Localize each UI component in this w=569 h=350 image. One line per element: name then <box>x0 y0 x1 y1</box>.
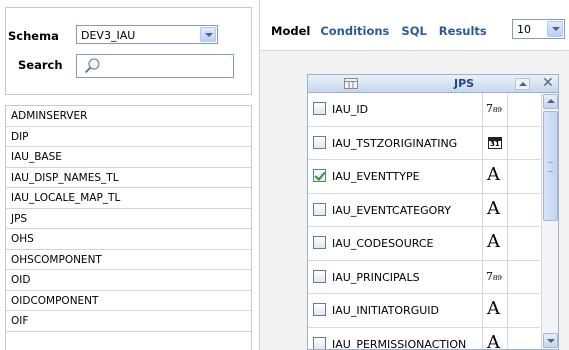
number-type-icon: 7₈₉ <box>486 269 502 283</box>
date-type-glyph: 31 <box>490 139 500 148</box>
column-type-cell: A <box>482 327 508 350</box>
search-box[interactable] <box>76 54 234 78</box>
table-icon <box>344 78 358 89</box>
column-type-cell: A <box>482 294 508 327</box>
search-icon <box>84 58 100 74</box>
text-type-icon: A <box>487 164 500 185</box>
list-item[interactable]: IAU_BASE <box>6 147 251 168</box>
column-row[interactable]: IAU_CODESOURCE A <box>308 227 540 261</box>
left-pane: Schema DEV3_IAU Search ADMINSERVER DIP IAU… <box>0 0 256 350</box>
list-item[interactable]: OIDCOMPONENT <box>6 291 251 311</box>
chevron-down-icon[interactable] <box>547 21 563 37</box>
text-type-icon: A <box>487 231 500 252</box>
column-row[interactable]: IAU_PERMISSIONACTION A <box>308 327 540 350</box>
column-row[interactable]: IAU_ID 7₈₉ <box>308 93 540 127</box>
date-type-icon: 31 <box>488 136 502 149</box>
number-type-icon: 7₈₉ <box>486 102 502 115</box>
entity-header[interactable]: JPS ✕ <box>308 75 558 93</box>
chevron-down-icon[interactable] <box>200 27 216 42</box>
schema-dropdown[interactable]: DEV3_IAU <box>76 25 218 44</box>
tab-conditions[interactable]: Conditions <box>320 24 389 38</box>
scroll-up-icon[interactable] <box>543 94 558 109</box>
entity-widget[interactable]: JPS ✕ IAU_ID 7₈₉ IAU_TSTZORIGINATING 31 IAU_… <box>307 74 559 350</box>
column-name: IAU_EVENTTYPE <box>332 170 420 183</box>
entity-list: ADMINSERVER DIP IAU_BASE IAU_DISP_NAMES_TL I… <box>5 105 252 350</box>
column-row[interactable]: IAU_TSTZORIGINATING 31 <box>308 126 540 160</box>
tab-results[interactable]: Results <box>439 24 487 38</box>
entity-title: JPS <box>454 77 475 90</box>
column-name: IAU_PRINCIPALS <box>332 270 420 284</box>
tab-sql[interactable]: SQL <box>401 24 426 38</box>
text-type-icon: A <box>487 331 500 350</box>
text-type-icon: A <box>487 298 500 319</box>
list-item[interactable]: OHSCOMPONENT <box>6 250 251 270</box>
list-item[interactable]: OID <box>6 270 251 291</box>
scroll-thumb[interactable] <box>543 111 558 221</box>
schema-label: Schema <box>8 29 59 43</box>
column-type-cell: A <box>482 227 508 260</box>
list-item[interactable]: OIF <box>6 311 251 332</box>
column-checkbox[interactable] <box>313 336 326 349</box>
column-list: IAU_ID 7₈₉ IAU_TSTZORIGINATING 31 IAU_EVENTT… <box>308 93 540 350</box>
list-item[interactable]: JPS <box>6 209 251 229</box>
column-row[interactable]: IAU_EVENTCATEGORY A <box>308 193 540 227</box>
column-row[interactable]: IAU_INITIATORGUID A <box>308 294 540 328</box>
column-checkbox[interactable] <box>313 135 326 149</box>
column-checkbox[interactable] <box>313 269 326 283</box>
column-name: IAU_EVENTCATEGORY <box>332 203 451 217</box>
column-type-cell: A <box>482 160 508 193</box>
search-label: Search <box>18 58 63 72</box>
list-item[interactable]: DIP <box>6 127 251 147</box>
text-type-icon: A <box>487 197 500 219</box>
column-checkbox[interactable] <box>313 236 326 249</box>
column-checkbox[interactable] <box>313 102 326 115</box>
column-checkbox[interactable] <box>313 169 326 182</box>
column-type-cell: 7₈₉ <box>482 260 508 294</box>
column-type-cell: 31 <box>482 126 508 160</box>
schema-search-panel <box>5 7 252 95</box>
schema-dropdown-value: DEV3_IAU <box>81 29 136 42</box>
column-row[interactable]: IAU_EVENTTYPE A <box>308 160 540 194</box>
list-item[interactable]: IAU_DISP_NAMES_TL <box>6 168 251 188</box>
column-type-cell: 7₈₉ <box>482 93 508 126</box>
column-name: IAU_PERMISSIONACTION <box>332 337 467 350</box>
column-row[interactable]: IAU_PRINCIPALS 7₈₉ <box>308 260 540 294</box>
collapse-up-icon[interactable] <box>515 78 530 90</box>
list-item[interactable]: ADMINSERVER <box>6 106 251 127</box>
list-item[interactable]: OHS <box>6 229 251 250</box>
column-checkbox[interactable] <box>313 303 326 316</box>
tab-model[interactable]: Model <box>271 24 310 38</box>
search-input[interactable] <box>105 58 229 74</box>
results-count-value: 10 <box>517 23 531 36</box>
tab-bar: Model Conditions SQL Results <box>271 22 499 40</box>
column-checkbox[interactable] <box>313 202 326 216</box>
entity-scrollbar[interactable] <box>541 93 558 349</box>
list-item[interactable]: IAU_LOCALE_MAP_TL <box>6 188 251 209</box>
column-type-cell: A <box>482 193 508 227</box>
column-name: IAU_ID <box>332 103 369 116</box>
close-icon[interactable]: ✕ <box>542 76 554 91</box>
column-name: IAU_CODESOURCE <box>332 237 434 250</box>
column-name: IAU_TSTZORIGINATING <box>332 136 458 150</box>
scroll-down-icon[interactable] <box>543 333 558 348</box>
results-count-dropdown[interactable]: 10 <box>512 19 565 39</box>
column-name: IAU_INITIATORGUID <box>332 304 439 317</box>
